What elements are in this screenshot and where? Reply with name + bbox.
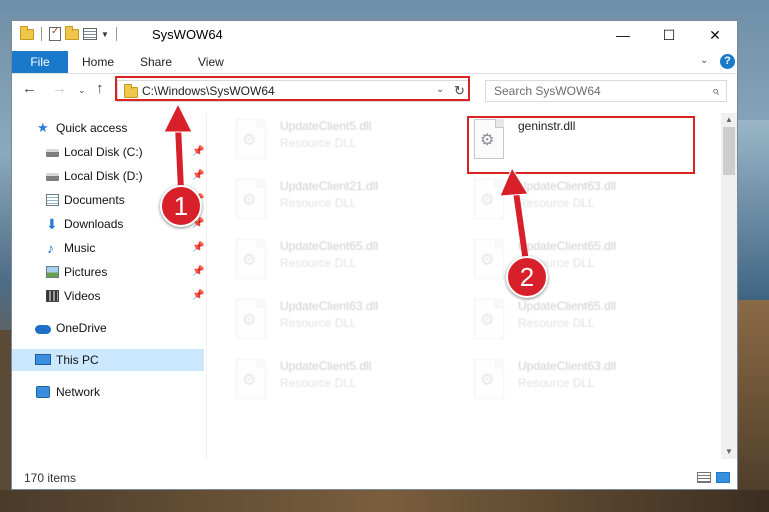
callout-badge-2: 2: [506, 256, 548, 298]
callout-arrows: [163, 102, 529, 263]
arrow-to-file: [499, 166, 529, 263]
callout-badge-1: 1: [160, 185, 202, 227]
arrow-to-address-bar: [163, 102, 193, 191]
